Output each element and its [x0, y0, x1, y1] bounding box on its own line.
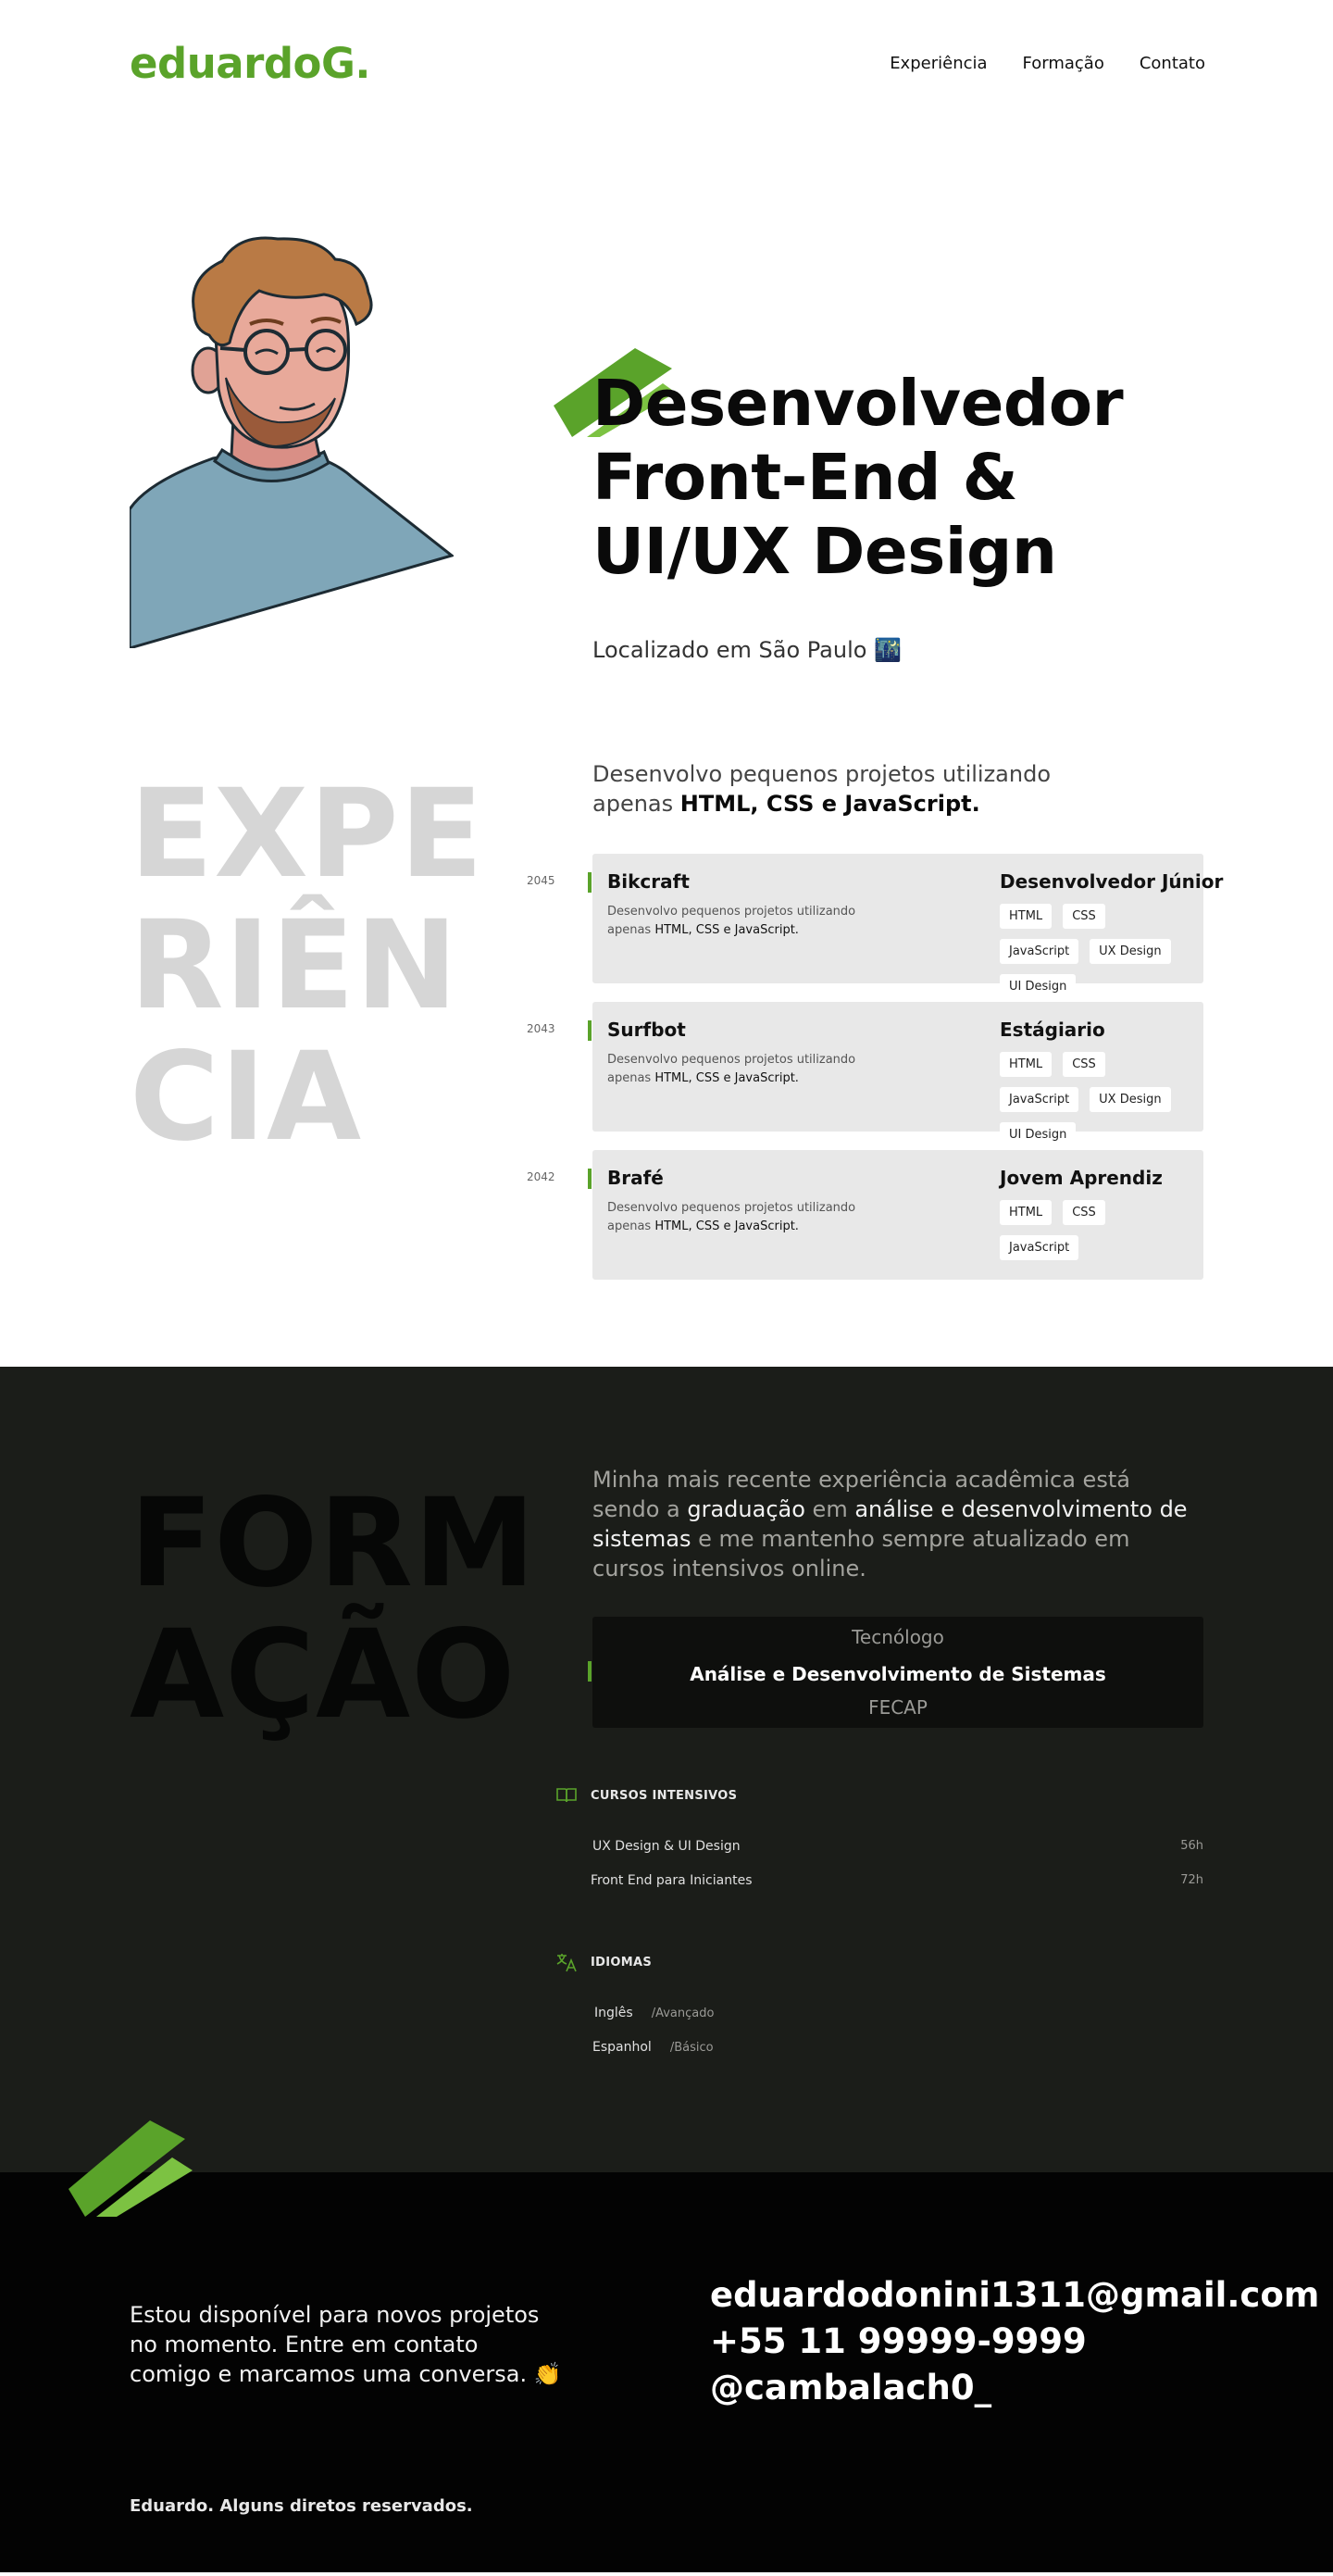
languages-heading-label: IDIOMAS: [591, 1955, 652, 1970]
job-description-tech: HTML, CSS e JavaScript.: [654, 1219, 799, 1233]
hero-title-line: UI/UX Design: [592, 515, 1057, 589]
course-item: UX Design & UI Design 56h: [592, 1839, 1203, 1854]
tech-tag: JavaScript: [1000, 1235, 1079, 1260]
language-name: Inglês: [594, 2006, 633, 2020]
experience-heading-line: CIA: [130, 1026, 363, 1169]
contact-social-handle[interactable]: @cambalach0_: [710, 2365, 1319, 2411]
education-intro-text: em: [804, 1496, 855, 1522]
tech-tag: HTML: [1000, 1052, 1053, 1077]
hero-location: Localizado em São Paulo 🌃: [592, 637, 902, 663]
language-level: /Básico: [669, 2041, 714, 2055]
job-card: 2042 Brafé Desenvolvo pequenos projetos …: [527, 1150, 1203, 1280]
courses-heading: CURSOS INTENSIVOS: [555, 1787, 737, 1804]
contact-section: Estou disponível para novos projetos no …: [0, 2120, 1333, 2572]
course-hours: 72h: [1180, 1873, 1203, 1887]
experience-section: EXPE RIÊN CIA Desenvolvo pequenos projet…: [0, 722, 1333, 1367]
job-description-tech: HTML, CSS e JavaScript.: [654, 1071, 799, 1085]
nav-link-formacao[interactable]: Formação: [1023, 54, 1104, 73]
tech-tag: UX Design: [1090, 939, 1171, 964]
education-intro: Minha mais recente experiência acadêmica…: [592, 1465, 1203, 1583]
job-role: Jovem Aprendiz: [1000, 1167, 1163, 1189]
experience-heading-line: RIÊN: [130, 894, 459, 1037]
job-card: 2043 Surfbot Desenvolvo pequenos projeto…: [527, 1002, 1203, 1147]
job-accent-bar: [588, 1169, 592, 1189]
experience-intro: Desenvolvo pequenos projetos utilizando …: [592, 759, 1074, 819]
tech-tag: JavaScript: [1000, 1087, 1079, 1112]
experience-heading-line: EXPE: [130, 763, 484, 906]
hero-title-line: Desenvolvedor: [592, 367, 1124, 441]
job-accent-bar: [588, 1020, 592, 1041]
education-heading-line: AÇÃO: [130, 1604, 517, 1746]
education-intro-highlight: graduação: [687, 1496, 805, 1522]
degree-accent-bar: [588, 1661, 592, 1682]
job-year: 2045: [527, 874, 555, 887]
tech-tag: HTML: [1000, 904, 1053, 929]
job-company: Bikcraft: [607, 870, 690, 893]
language-item: Inglês/Avançado: [594, 2006, 714, 2020]
education-heading-line: FORM: [130, 1472, 537, 1615]
tech-tag: JavaScript: [1000, 939, 1079, 964]
logo[interactable]: eduardoG.: [130, 39, 371, 88]
avatar-illustration: [130, 236, 454, 648]
degree-name: Análise e Desenvolvimento de Sistemas: [690, 1663, 1106, 1685]
course-hours: 56h: [1180, 1839, 1203, 1853]
language-name: Espanhol: [592, 2040, 652, 2055]
main-nav: Experiência Formação Contato: [890, 54, 1205, 73]
language-level: /Avançado: [651, 2007, 715, 2020]
job-description: Desenvolvo pequenos projetos utilizando …: [607, 903, 885, 940]
degree-school: FECAP: [868, 1696, 928, 1719]
course-name: Front End para Iniciantes: [591, 1873, 753, 1888]
tech-tag: CSS: [1063, 1052, 1105, 1077]
job-tags: HTML CSS JavaScript: [1000, 1200, 1194, 1260]
language-item: Espanhol/Básico: [592, 2040, 714, 2055]
site-header: eduardoG. Experiência Formação Contato: [0, 0, 1333, 130]
education-heading: FORM AÇÃO: [130, 1478, 536, 1741]
hero-section: Desenvolvedor Front-End & UI/UX Design L…: [0, 130, 1333, 722]
job-role: Desenvolvedor Júnior: [1000, 870, 1224, 893]
job-role: Estágiario: [1000, 1019, 1105, 1041]
translate-icon: [556, 1954, 577, 1972]
contact-email[interactable]: eduardodonini1311@gmail.com: [710, 2272, 1319, 2319]
degree-type: Tecnólogo: [852, 1626, 944, 1648]
tech-tag: UI Design: [1000, 974, 1077, 999]
contact-list: eduardodonini1311@gmail.com +55 11 99999…: [710, 2272, 1319, 2411]
job-year: 2042: [527, 1170, 555, 1183]
job-description: Desenvolvo pequenos projetos utilizando …: [607, 1199, 885, 1236]
education-section: FORM AÇÃO Minha mais recente experiência…: [0, 1367, 1333, 2172]
job-tags: HTML CSS JavaScript UX Design UI Design: [1000, 904, 1194, 999]
courses-heading-label: CURSOS INTENSIVOS: [591, 1788, 738, 1803]
book-icon: [556, 1788, 577, 1803]
job-description-tech: HTML, CSS e JavaScript.: [654, 923, 799, 937]
course-name: UX Design & UI Design: [592, 1839, 741, 1854]
tech-tag: HTML: [1000, 1200, 1053, 1225]
job-description: Desenvolvo pequenos projetos utilizando …: [607, 1051, 885, 1088]
tech-tag: CSS: [1063, 1200, 1105, 1225]
nav-link-contato[interactable]: Contato: [1140, 54, 1205, 73]
green-stripe-decoration: [69, 2120, 193, 2217]
experience-heading: EXPE RIÊN CIA: [130, 769, 484, 1163]
contact-message: Estou disponível para novos projetos no …: [130, 2302, 562, 2387]
course-item: Front End para Iniciantes 72h: [591, 1873, 1203, 1888]
job-accent-bar: [588, 872, 592, 893]
experience-intro-tech: HTML, CSS e JavaScript.: [679, 791, 980, 817]
languages-heading: IDIOMAS: [555, 1952, 652, 1972]
job-company: Brafé: [607, 1167, 664, 1189]
nav-link-experiencia[interactable]: Experiência: [890, 54, 987, 73]
hero-title-line: Front-End &: [592, 441, 1018, 515]
job-tags: HTML CSS JavaScript UX Design UI Design: [1000, 1052, 1194, 1147]
tech-tag: UI Design: [1000, 1122, 1077, 1147]
contact-phone[interactable]: +55 11 99999-9999: [710, 2319, 1319, 2365]
tech-tag: UX Design: [1090, 1087, 1171, 1112]
tech-tag: CSS: [1063, 904, 1105, 929]
job-company: Surfbot: [607, 1019, 686, 1041]
degree-card: Tecnólogo Análise e Desenvolvimento de S…: [588, 1617, 1203, 1728]
job-year: 2043: [527, 1022, 555, 1035]
hero-title: Desenvolvedor Front-End & UI/UX Design: [592, 367, 1124, 589]
copyright: Eduardo. Alguns diretos reservados.: [130, 2496, 473, 2516]
job-card: 2045 Bikcraft Desenvolvo pequenos projet…: [527, 854, 1223, 999]
